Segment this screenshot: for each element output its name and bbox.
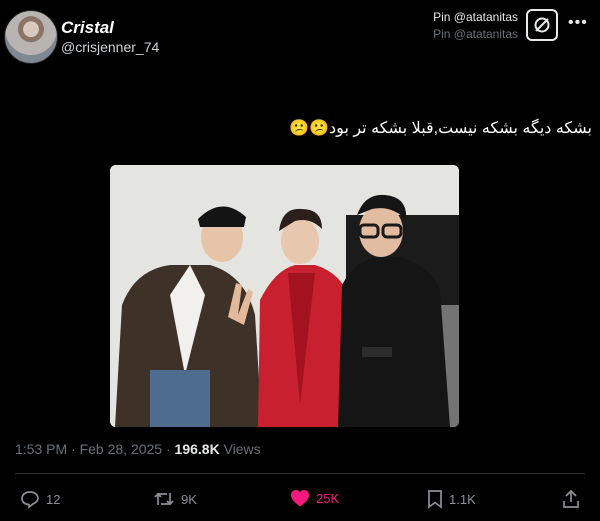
pin-label: Pin @atatanitas [433,10,518,24]
share-button[interactable] [562,489,580,509]
like-count: 25K [316,491,340,506]
repost-icon [154,492,174,506]
divider [15,473,585,474]
tweet-meta: 1:53 PM · Feb 28, 2025 · 196.8K Views [15,441,261,457]
display-name[interactable]: Cristal [61,18,114,38]
repost-count: 9K [181,491,197,507]
more-options-icon[interactable]: ••• [568,14,588,32]
reply-icon [21,491,39,509]
bookmark-count: 1.1K [449,491,476,507]
views-count: 196.8K [174,441,220,457]
photo-illustration [110,165,459,427]
user-handle[interactable]: @crisjenner_74 [61,39,159,55]
bookmark-button[interactable]: 1.1K [427,489,476,509]
share-icon [563,489,579,508]
pin-button[interactable] [526,9,558,41]
tweet-photo[interactable] [110,165,459,427]
bookmark-icon [428,490,442,509]
tweet-text: بشکه دیگه بشکه نیست,قبلا بشکه تر بود😕😕 [289,120,592,137]
timestamp[interactable]: 1:53 PM · Feb 28, 2025 · [15,441,175,457]
repost-button[interactable]: 9K [153,489,197,509]
user-avatar[interactable] [4,10,58,64]
pin-icon [534,17,550,33]
views-label: Views [219,441,261,457]
reply-button[interactable]: 12 [20,489,60,509]
pin-label-secondary: Pin @atatanitas [433,27,518,41]
like-button[interactable]: 25K [290,489,339,508]
reply-count: 12 [46,491,61,507]
heart-icon [291,490,309,507]
